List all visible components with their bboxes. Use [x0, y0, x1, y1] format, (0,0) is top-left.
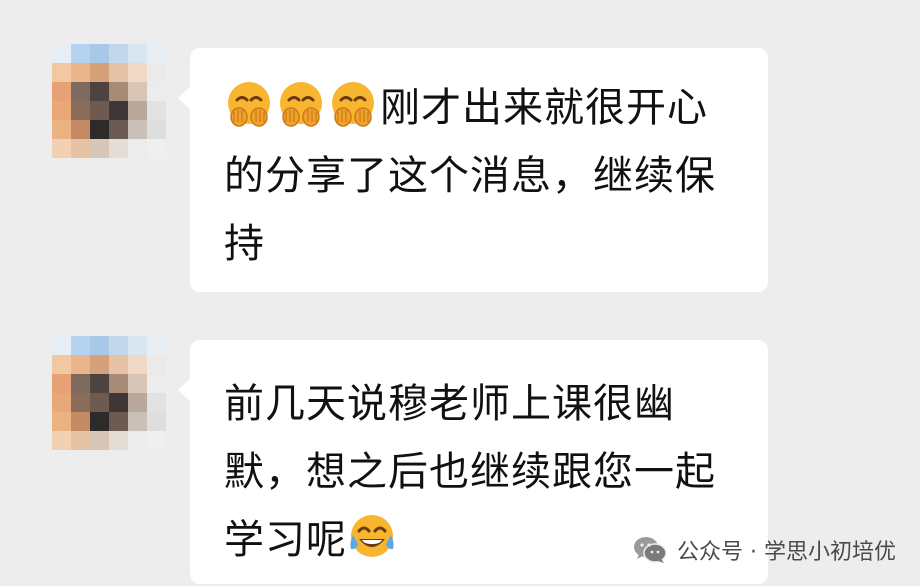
chat-thread: 刚才出来就很开心的分享了这个消息，继续保持 前几天说穆老师上课很幽默，想之后也继…	[0, 0, 920, 586]
hands-over-mouth-emoji-icon	[276, 79, 326, 129]
message-bubble[interactable]: 刚才出来就很开心的分享了这个消息，继续保持	[178, 48, 768, 292]
hands-over-mouth-emoji-icon	[328, 79, 378, 129]
chat-message: 刚才出来就很开心的分享了这个消息，继续保持	[52, 44, 768, 292]
bubble-tail	[178, 378, 191, 402]
avatar[interactable]	[52, 44, 166, 158]
watermark-text: 公众号 · 学思小初培优	[677, 540, 896, 565]
watermark: 公众号 · 学思小初培优	[633, 534, 896, 566]
avatar[interactable]	[52, 336, 166, 450]
tears-of-joy-emoji-icon	[347, 511, 397, 561]
wechat-icon	[633, 535, 667, 565]
bubble-tail	[178, 86, 191, 110]
hands-over-mouth-emoji-icon	[224, 79, 274, 129]
